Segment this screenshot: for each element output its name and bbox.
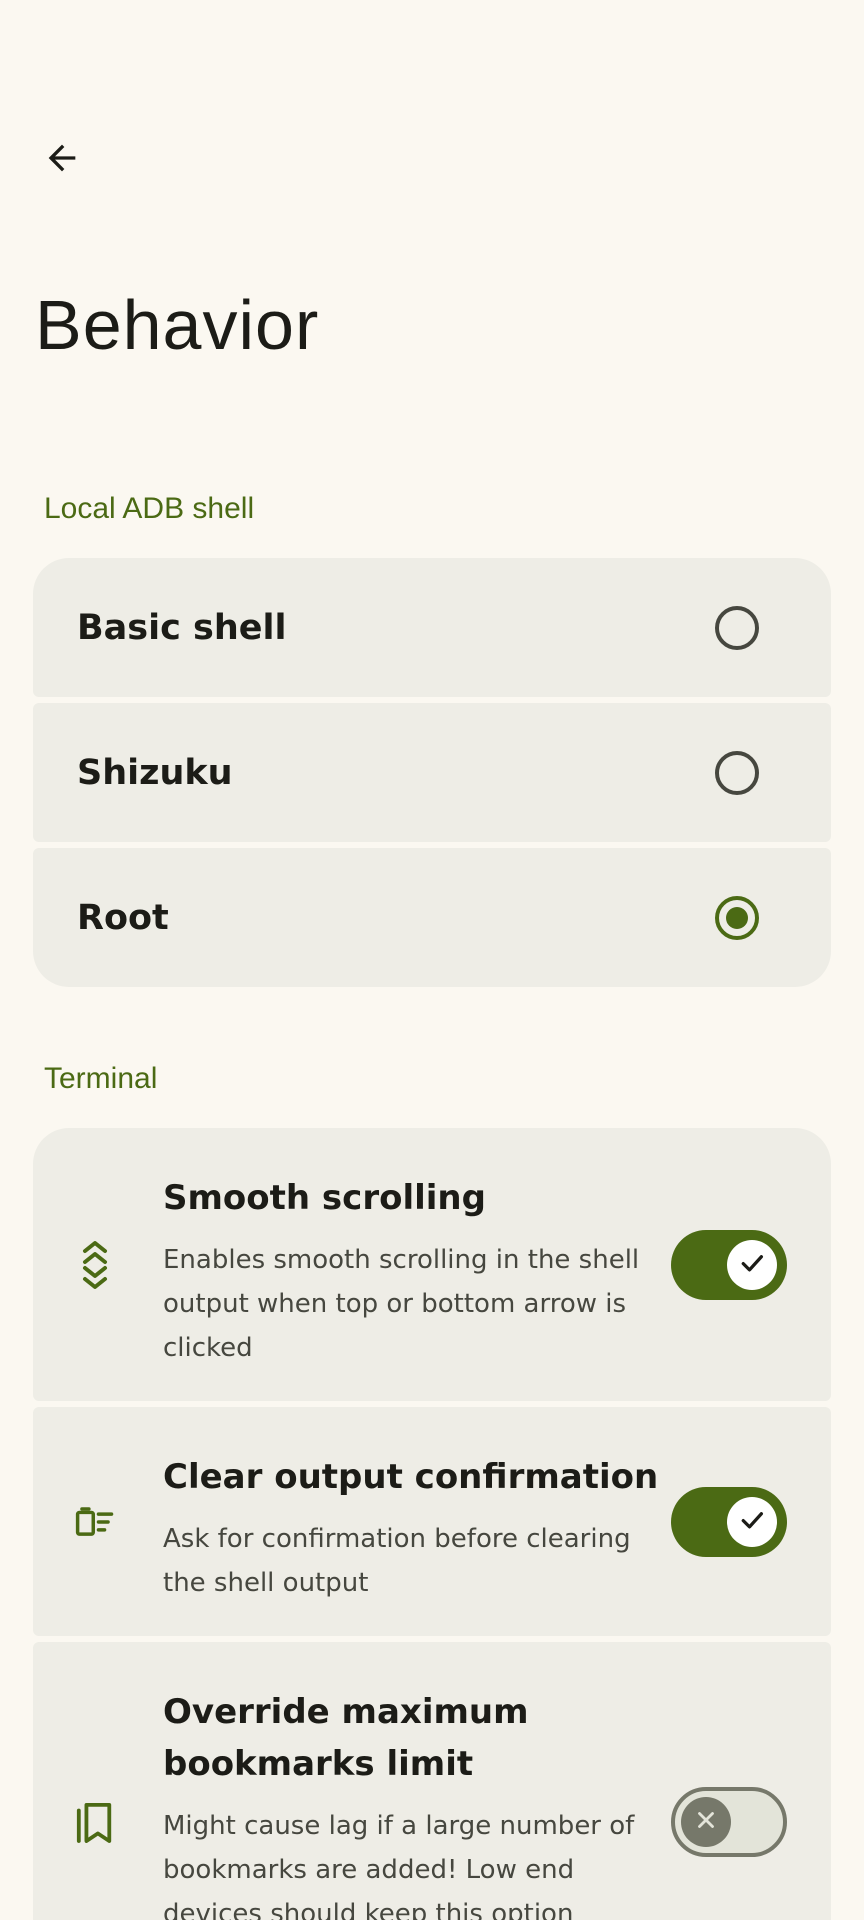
setting-title: Smooth scrolling	[163, 1178, 486, 1218]
radio-button-shizuku[interactable]	[715, 750, 759, 795]
option-label: Basic shell	[77, 607, 287, 648]
bookmarks-icon	[75, 1794, 115, 1850]
back-button[interactable]	[30, 128, 94, 192]
setting-description: Enables smooth scrolling in the shell ou…	[163, 1245, 640, 1363]
setting-description: Ask for confirmation before clearing the…	[163, 1524, 631, 1598]
chevrons-up-down-icon	[75, 1237, 115, 1293]
section-label-terminal: Terminal	[44, 1062, 158, 1095]
clear-output-confirmation-switch[interactable]	[671, 1486, 787, 1557]
check-icon	[737, 1248, 767, 1282]
behavior-settings-screen: Behavior Local ADB shell Basic shell Shi…	[0, 0, 864, 1920]
option-root[interactable]: Root	[33, 848, 831, 987]
option-label: Root	[77, 897, 169, 938]
arrow-back-icon	[42, 138, 82, 182]
local-adb-shell-options: Basic shell Shizuku Root	[33, 558, 831, 987]
radio-button-basic-shell[interactable]	[715, 605, 759, 650]
section-label-local-adb-shell: Local ADB shell	[44, 492, 255, 525]
check-icon	[737, 1505, 767, 1539]
page-title: Behavior	[35, 286, 320, 364]
setting-override-bookmarks-limit[interactable]: Override maximum bookmarks limit Might c…	[33, 1642, 831, 1920]
setting-smooth-scrolling[interactable]: Smooth scrolling Enables smooth scrollin…	[33, 1128, 831, 1401]
setting-title: Clear output confirmation	[163, 1457, 659, 1497]
radio-button-root[interactable]	[715, 895, 759, 940]
clear-output-icon	[75, 1494, 115, 1550]
setting-title: Override maximum bookmarks limit	[163, 1692, 529, 1784]
smooth-scrolling-switch[interactable]	[671, 1229, 787, 1300]
option-shizuku[interactable]: Shizuku	[33, 703, 831, 842]
setting-description: Might cause lag if a large number of boo…	[163, 1811, 635, 1920]
terminal-options: Smooth scrolling Enables smooth scrollin…	[33, 1128, 831, 1920]
close-icon	[693, 1807, 719, 1837]
option-basic-shell[interactable]: Basic shell	[33, 558, 831, 697]
option-label: Shizuku	[77, 752, 233, 793]
setting-clear-output-confirmation[interactable]: Clear output confirmation Ask for confir…	[33, 1407, 831, 1636]
override-bookmarks-limit-switch[interactable]	[671, 1787, 787, 1857]
